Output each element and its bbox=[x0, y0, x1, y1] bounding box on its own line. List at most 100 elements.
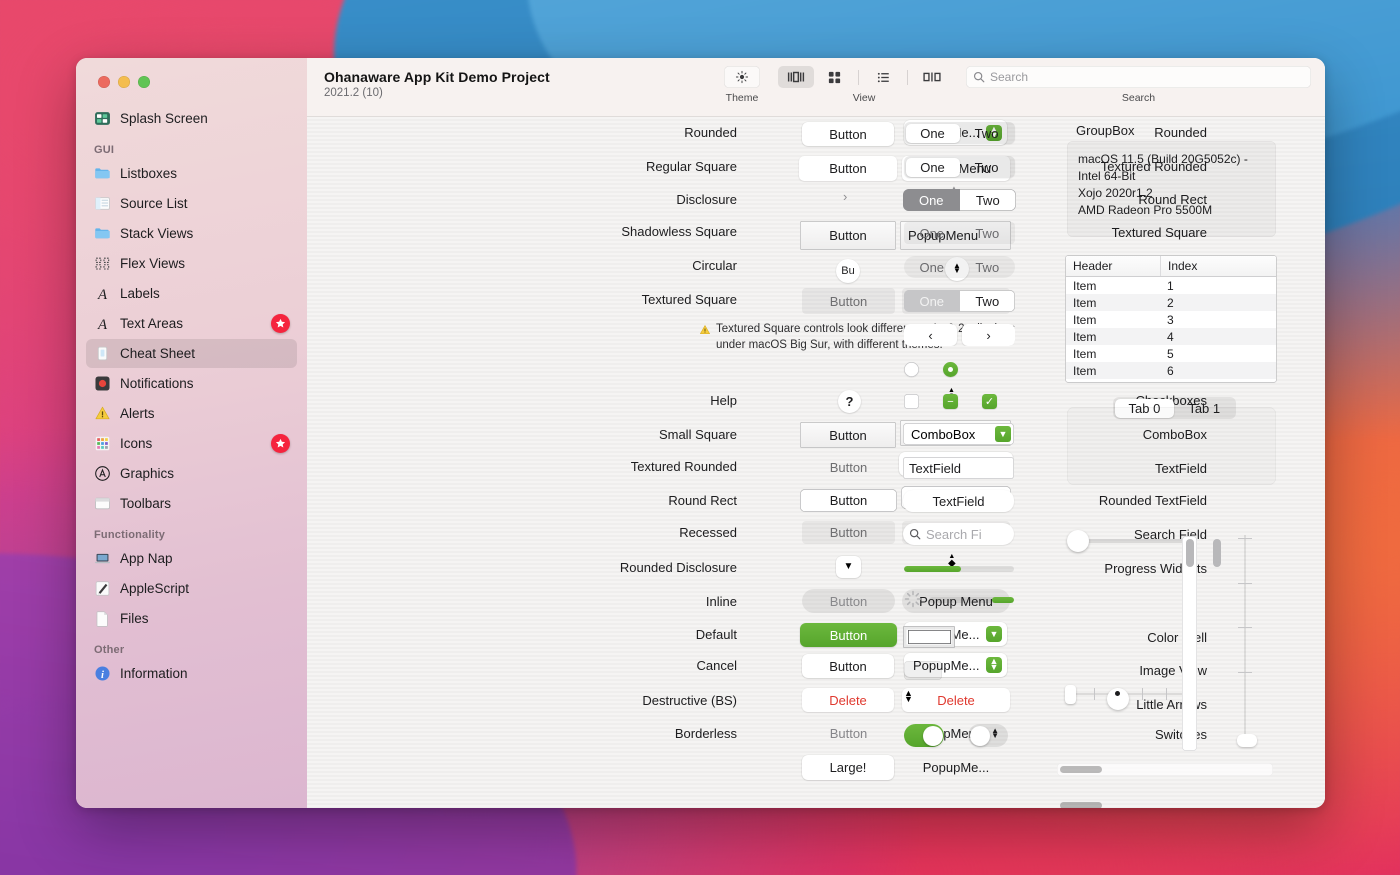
sidebar-item-stack-views[interactable]: Stack Views bbox=[86, 219, 297, 248]
vertical-slider-knob-2[interactable] bbox=[1213, 539, 1221, 567]
button-regular-square[interactable]: Button bbox=[799, 156, 897, 181]
segment-prev[interactable]: ‹ bbox=[904, 324, 957, 346]
table-row[interactable]: Item 5 bbox=[1066, 345, 1276, 362]
sidebar-item-cheat-sheet[interactable]: Cheat Sheet bbox=[86, 339, 297, 368]
sidebar-item-icons[interactable]: Icons bbox=[86, 429, 297, 458]
color-well[interactable] bbox=[904, 627, 954, 647]
segment-one[interactable]: One bbox=[903, 189, 960, 211]
sidebar-item-text-areas[interactable]: A Text Areas bbox=[86, 309, 297, 338]
sidebar-item-alerts[interactable]: Alerts bbox=[86, 399, 297, 428]
table-row[interactable]: Item 3 bbox=[1066, 311, 1276, 328]
zoom-button-icon[interactable] bbox=[138, 76, 150, 88]
scrollbar-thumb[interactable] bbox=[1060, 802, 1102, 808]
combobox[interactable]: ComboBox ▼ bbox=[903, 423, 1014, 445]
button-rounded[interactable]: Button bbox=[802, 122, 894, 146]
button-help[interactable]: ? bbox=[838, 390, 861, 413]
switch-on[interactable] bbox=[904, 724, 944, 747]
sidebar-item-notifications[interactable]: Notifications bbox=[86, 369, 297, 398]
view-split-button[interactable] bbox=[778, 66, 814, 88]
table-row[interactable]: Item 2 bbox=[1066, 294, 1276, 311]
horizontal-scrollbar-overlay[interactable] bbox=[1057, 799, 1273, 808]
radio-on[interactable] bbox=[943, 362, 958, 377]
segmented-separated[interactable]: ‹ › bbox=[904, 324, 1015, 346]
sidebar-item-splash-screen[interactable]: Splash Screen bbox=[86, 104, 297, 133]
vertical-slider-knob-3[interactable] bbox=[1237, 734, 1257, 747]
sidebar-item-labels[interactable]: A Labels bbox=[86, 279, 297, 308]
segment-two[interactable]: Two bbox=[960, 124, 1014, 143]
theme-button[interactable] bbox=[724, 66, 760, 88]
view-grid-button[interactable] bbox=[816, 66, 852, 88]
segment-one[interactable]: One bbox=[905, 123, 960, 143]
circular-slider[interactable] bbox=[1107, 688, 1129, 710]
table-row[interactable]: Item 4 bbox=[1066, 328, 1276, 345]
button-large[interactable]: Large! bbox=[802, 755, 894, 780]
close-button-icon[interactable] bbox=[98, 76, 110, 88]
button-inline[interactable]: Button bbox=[802, 589, 895, 613]
button-shadowless-square[interactable]: Button bbox=[800, 221, 896, 250]
segment-two[interactable]: Two bbox=[960, 158, 1014, 177]
segment-two[interactable]: Two bbox=[960, 222, 1016, 244]
rounded-disclosure-button[interactable]: ▼ bbox=[836, 556, 861, 578]
checkbox-mixed[interactable]: − bbox=[943, 394, 958, 409]
popup-destructive[interactable]: Delete bbox=[902, 688, 1010, 712]
segmented-capsule[interactable]: One Two bbox=[904, 256, 1015, 278]
sidebar-item-applescript[interactable]: AppleScript bbox=[86, 574, 297, 603]
segment-next[interactable]: › bbox=[962, 324, 1015, 346]
vertical-tick-slider-track[interactable] bbox=[1244, 535, 1246, 747]
segment-two[interactable]: Two bbox=[960, 256, 1016, 278]
segmented-small-square[interactable]: One Two bbox=[904, 290, 1015, 312]
image-view[interactable] bbox=[904, 661, 942, 680]
button-recessed[interactable]: Button bbox=[802, 521, 895, 544]
view-compare-button[interactable] bbox=[914, 66, 950, 88]
button-default[interactable]: Button bbox=[800, 623, 897, 647]
sidebar-item-toolbars[interactable]: Toolbars bbox=[86, 489, 297, 518]
switch-off[interactable] bbox=[968, 724, 1008, 747]
sidebar-item-app-nap[interactable]: App Nap bbox=[86, 544, 297, 573]
button-small-square[interactable]: Button bbox=[800, 422, 896, 448]
list-header-cell[interactable]: Header bbox=[1066, 256, 1160, 276]
horizontal-scrollbar[interactable] bbox=[1057, 763, 1273, 776]
segment-two[interactable]: Two bbox=[960, 290, 1016, 312]
slider-knob[interactable] bbox=[1065, 685, 1076, 704]
search-field-control[interactable]: Search Fi bbox=[903, 523, 1014, 545]
sidebar-item-listboxes[interactable]: Listboxes bbox=[86, 159, 297, 188]
view-list-button[interactable] bbox=[865, 66, 901, 88]
checkbox-checked[interactable]: ✓ bbox=[982, 394, 997, 409]
button-circular[interactable]: Bu bbox=[836, 259, 860, 283]
button-textured-square[interactable]: Button bbox=[802, 288, 895, 314]
sidebar-item-source-list[interactable]: Source List bbox=[86, 189, 297, 218]
search-field[interactable]: Search bbox=[966, 66, 1311, 88]
popup-large[interactable]: PopupMe... bbox=[902, 755, 1010, 780]
segmented-rounded[interactable]: One Two bbox=[904, 122, 1015, 144]
segment-one[interactable]: One bbox=[905, 157, 960, 177]
table-row[interactable]: Item 6 bbox=[1066, 362, 1276, 379]
minimize-button-icon[interactable] bbox=[118, 76, 130, 88]
vertical-slider-track[interactable] bbox=[1182, 536, 1197, 751]
segment-one[interactable]: One bbox=[904, 290, 960, 312]
button-round-rect[interactable]: Button bbox=[800, 489, 897, 512]
disclosure-triangle-icon[interactable]: › bbox=[843, 189, 847, 204]
list-header-cell[interactable]: Index bbox=[1160, 256, 1276, 276]
scrollbar-thumb[interactable] bbox=[1060, 766, 1102, 773]
little-arrows-stepper[interactable]: ▲ ▼ bbox=[904, 688, 913, 704]
slider-knob[interactable] bbox=[1185, 539, 1194, 567]
list-view[interactable]: Header Index Item 1 Item 2 Item 3 Item 4… bbox=[1066, 256, 1276, 382]
segmented-round-rect[interactable]: One Two bbox=[903, 189, 1016, 211]
sidebar-item-files[interactable]: Files bbox=[86, 604, 297, 633]
segment-one[interactable]: One bbox=[904, 222, 960, 244]
horizontal-slider[interactable] bbox=[1067, 530, 1190, 552]
rounded-text-field[interactable]: TextField bbox=[903, 490, 1014, 512]
button-textured-rounded[interactable]: Button bbox=[802, 456, 895, 479]
segmented-textured-square[interactable]: One Two bbox=[904, 222, 1015, 244]
segment-two[interactable]: Two bbox=[960, 189, 1017, 211]
segment-one[interactable]: One bbox=[904, 256, 960, 278]
button-borderless[interactable]: Button bbox=[802, 722, 895, 745]
sidebar-item-flex-views[interactable]: Flex Views bbox=[86, 249, 297, 278]
text-field[interactable]: TextField bbox=[903, 457, 1014, 479]
segmented-textured-rounded[interactable]: One Two bbox=[904, 156, 1015, 178]
button-destructive[interactable]: Delete bbox=[802, 688, 894, 712]
checkbox-unchecked[interactable] bbox=[904, 394, 919, 409]
radio-off[interactable] bbox=[904, 362, 919, 377]
sidebar-item-information[interactable]: i Information bbox=[86, 659, 297, 688]
sidebar-item-graphics[interactable]: Graphics bbox=[86, 459, 297, 488]
